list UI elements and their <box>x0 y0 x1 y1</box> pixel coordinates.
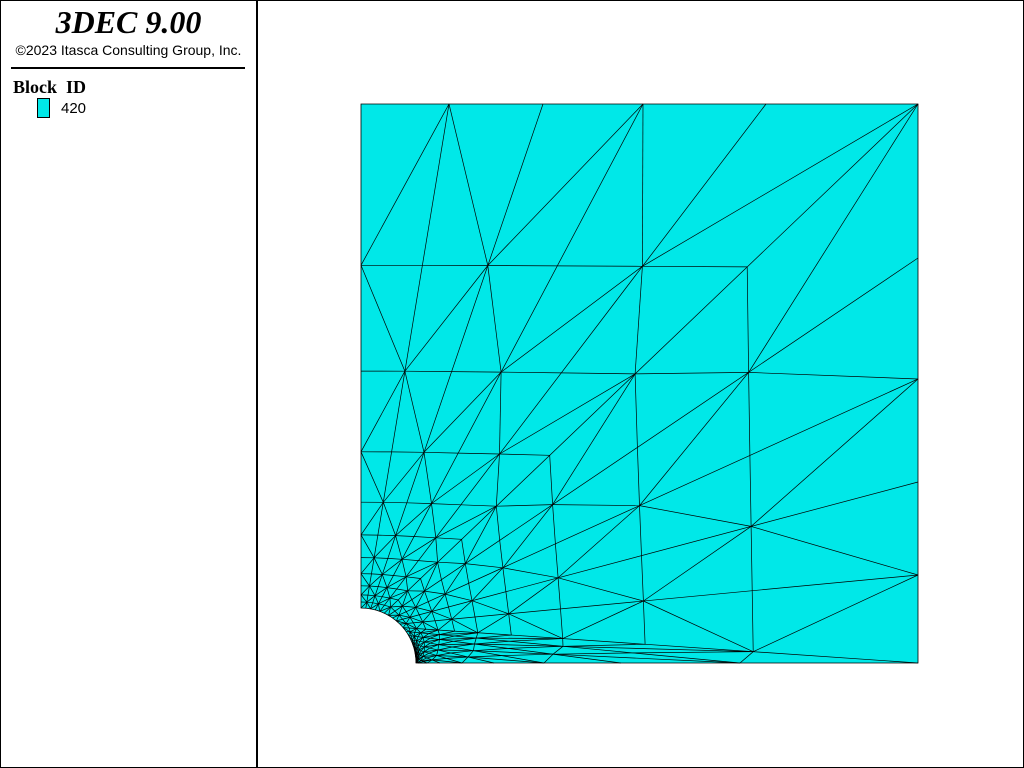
app-title: 3DEC 9.00 <box>55 4 202 40</box>
legend-title: Block ID <box>13 77 87 97</box>
legend-item-label: 420 <box>61 100 87 117</box>
block-420-shape <box>360 103 919 664</box>
legend-swatch <box>37 98 50 118</box>
block-plot-view <box>360 103 919 664</box>
copyright-text: ©2023 Itasca Consulting Group, Inc. <box>15 42 242 58</box>
legend-panel: 3DEC 9.00 ©2023 Itasca Consulting Group,… <box>1 1 258 767</box>
legend-divider <box>11 67 245 69</box>
